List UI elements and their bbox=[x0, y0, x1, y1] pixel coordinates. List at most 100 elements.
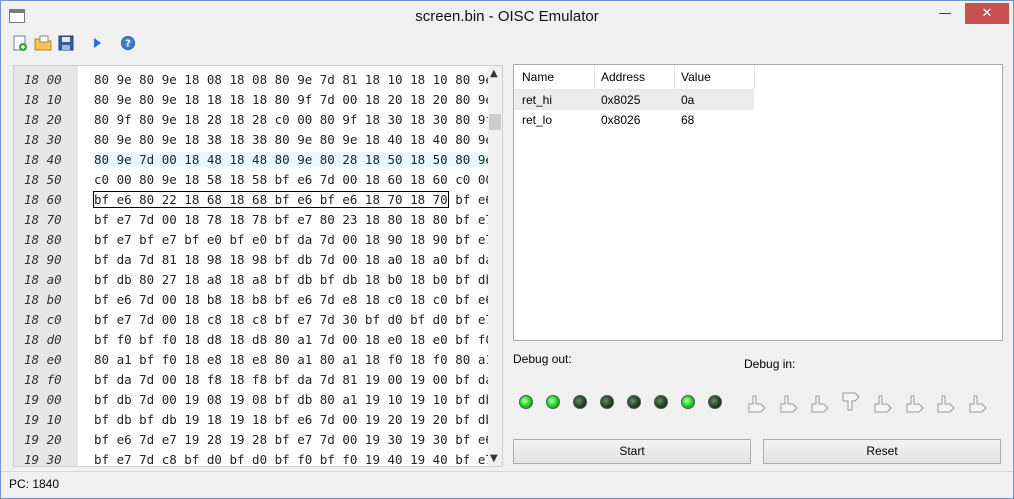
hex-scrollbar[interactable]: ▲ ▼ bbox=[488, 66, 502, 466]
hex-bytes[interactable]: 80 9e 80 9e 18 08 18 08 80 9e 7d 81 18 1… bbox=[94, 70, 502, 90]
hex-address: 18 20 bbox=[24, 112, 62, 127]
hex-byte[interactable]: bf da 7d 00 18 f8 18 f8 bf da 7d 81 19 0… bbox=[94, 372, 448, 387]
header-name[interactable]: Name bbox=[522, 65, 554, 89]
hex-bytes[interactable]: bf db bf db 19 18 19 18 bf e6 7d 00 19 2… bbox=[94, 410, 502, 430]
hex-bytes[interactable]: bf db 7d 00 19 08 19 08 bf db 80 a1 19 1… bbox=[94, 390, 502, 410]
header-address[interactable]: Address bbox=[601, 65, 645, 89]
hex-bytes[interactable]: bf e6 80 22 18 68 18 68 bf e6 bf e6 18 7… bbox=[93, 190, 502, 210]
variable-row[interactable]: ret_hi 0x8025 0a bbox=[514, 90, 754, 110]
hex-byte[interactable]: 80 a1 bf f0 18 e8 18 e8 80 a1 80 a1 18 f… bbox=[94, 352, 448, 367]
scroll-up-icon[interactable]: ▲ bbox=[490, 68, 498, 79]
hex-byte[interactable]: bf e6 80 22 18 68 18 68 bf e6 bf e6 18 7… bbox=[93, 191, 449, 208]
hex-bytes[interactable]: 80 9f 80 9e 18 28 18 28 c0 00 80 9f 18 3… bbox=[94, 110, 502, 130]
debug-in-switch[interactable] bbox=[840, 391, 862, 411]
hex-row[interactable]: 18 90 bf da 7d 81 18 98 18 98 bf db 7d 00… bbox=[14, 250, 502, 270]
hex-row[interactable]: 18 30 80 9e 80 9e 18 38 18 38 80 9e 80 9e… bbox=[14, 130, 502, 150]
hex-row[interactable]: 18 b0 bf e6 7d 00 18 b8 18 b8 bf e6 7d e8… bbox=[14, 290, 502, 310]
hex-row[interactable]: 18 40 80 9e 7d 00 18 48 18 48 80 9e 80 28… bbox=[14, 150, 502, 170]
hex-row[interactable]: 18 e0 80 a1 bf f0 18 e8 18 e8 80 a1 80 a1… bbox=[14, 350, 502, 370]
variable-row[interactable]: ret_lo 0x8026 68 bbox=[514, 110, 754, 130]
toolbar: ? bbox=[1, 31, 1013, 57]
hex-row[interactable]: 18 f0 bf da 7d 00 18 f8 18 f8 bf da 7d 81… bbox=[14, 370, 502, 390]
hex-bytes[interactable]: bf db 80 27 18 a8 18 a8 bf db bf db 18 b… bbox=[94, 270, 502, 290]
debug-in-label: Debug in: bbox=[744, 357, 796, 371]
hex-address: 18 10 bbox=[24, 92, 62, 107]
hex-bytes[interactable]: bf da 7d 81 18 98 18 98 bf db 7d 00 18 a… bbox=[94, 250, 502, 270]
debug-in-switch[interactable] bbox=[934, 395, 956, 415]
minimize-button[interactable]: — bbox=[935, 3, 955, 24]
hex-row[interactable]: 18 a0 bf db 80 27 18 a8 18 a8 bf db bf db… bbox=[14, 270, 502, 290]
debug-in-switch[interactable] bbox=[808, 395, 830, 415]
help-icon[interactable]: ? bbox=[119, 34, 137, 52]
reset-button[interactable]: Reset bbox=[763, 439, 1001, 464]
hex-bytes[interactable]: bf e6 7d 00 18 b8 18 b8 bf e6 7d e8 18 c… bbox=[94, 290, 502, 310]
hex-byte[interactable]: bf e7 7d c8 bf d0 bf d0 bf f0 bf f0 19 4… bbox=[94, 452, 448, 466]
hex-row[interactable]: 18 60 bf e6 80 22 18 68 18 68 bf e6 bf e6… bbox=[14, 190, 502, 210]
start-button[interactable]: Start bbox=[513, 439, 751, 464]
hex-address: 19 20 bbox=[24, 432, 62, 447]
new-icon[interactable] bbox=[11, 34, 29, 52]
hex-byte[interactable]: bf db 80 27 18 a8 18 a8 bf db bf db 18 b… bbox=[94, 272, 448, 287]
debug-in-switch[interactable] bbox=[777, 395, 799, 415]
hex-row[interactable]: 19 00 bf db 7d 00 19 08 19 08 bf db 80 a1… bbox=[14, 390, 502, 410]
hex-byte[interactable]: bf da 7d 81 18 98 18 98 bf db 7d 00 18 a… bbox=[94, 252, 448, 267]
hex-row[interactable]: 18 10 80 9e 80 9e 18 18 18 18 80 9f 7d 00… bbox=[14, 90, 502, 110]
hex-bytes[interactable]: bf e6 7d e7 19 28 19 28 bf e7 7d 00 19 3… bbox=[94, 430, 502, 450]
variable-value: 68 bbox=[681, 113, 695, 127]
hex-bytes[interactable]: bf e7 7d c8 bf d0 bf d0 bf f0 bf f0 19 4… bbox=[94, 450, 502, 466]
hex-byte[interactable]: 80 9e 7d 00 18 48 18 48 80 9e 80 28 18 5… bbox=[94, 152, 448, 167]
hex-row[interactable]: 19 10 bf db bf db 19 18 19 18 bf e6 7d 00… bbox=[14, 410, 502, 430]
scroll-down-icon[interactable]: ▼ bbox=[490, 453, 498, 464]
run-icon[interactable] bbox=[88, 34, 106, 52]
save-icon[interactable] bbox=[57, 34, 75, 52]
hex-byte[interactable]: bf f0 bf f0 18 d8 18 d8 80 a1 7d 00 18 e… bbox=[94, 332, 448, 347]
hex-viewer[interactable]: 18 00 80 9e 80 9e 18 08 18 08 80 9e 7d 81… bbox=[13, 65, 503, 467]
window-title: screen.bin - OISC Emulator bbox=[415, 8, 599, 25]
hex-bytes[interactable]: bf e7 7d 00 18 c8 18 c8 bf e7 7d 30 bf d… bbox=[94, 310, 502, 330]
hex-byte[interactable]: 80 9e 80 9e 18 38 18 38 80 9e 80 9e 18 4… bbox=[94, 132, 448, 147]
hex-bytes[interactable]: bf f0 bf f0 18 d8 18 d8 80 a1 7d 00 18 e… bbox=[94, 330, 502, 350]
hex-bytes[interactable]: c0 00 80 9e 18 58 18 58 bf e6 7d 00 18 6… bbox=[94, 170, 502, 190]
hex-bytes[interactable]: bf e7 7d 00 18 78 18 78 bf e7 80 23 18 8… bbox=[94, 210, 502, 230]
hex-bytes[interactable]: bf da 7d 00 18 f8 18 f8 bf da 7d 81 19 0… bbox=[94, 370, 502, 390]
hex-address: 18 d0 bbox=[24, 332, 62, 347]
hex-bytes[interactable]: 80 9e 7d 00 18 48 18 48 80 9e 80 28 18 5… bbox=[94, 150, 502, 170]
debug-out-led bbox=[654, 395, 668, 409]
header-value[interactable]: Value bbox=[681, 65, 711, 89]
debug-in-switch[interactable] bbox=[745, 395, 767, 415]
hex-byte[interactable]: bf e7 7d 00 18 c8 18 c8 bf e7 7d 30 bf d… bbox=[94, 312, 448, 327]
hex-row[interactable]: 18 20 80 9f 80 9e 18 28 18 28 c0 00 80 9f… bbox=[14, 110, 502, 130]
hex-byte[interactable]: bf e6 7d e7 19 28 19 28 bf e7 7d 00 19 3… bbox=[94, 432, 448, 447]
hex-row[interactable]: 18 d0 bf f0 bf f0 18 d8 18 d8 80 a1 7d 00… bbox=[14, 330, 502, 350]
hex-byte[interactable]: bf e7 7d 00 18 78 18 78 bf e7 80 23 18 8… bbox=[94, 212, 448, 227]
hex-row[interactable]: 19 20 bf e6 7d e7 19 28 19 28 bf e7 7d 00… bbox=[14, 430, 502, 450]
debug-in-switch[interactable] bbox=[903, 395, 925, 415]
hex-address: 18 60 bbox=[24, 192, 62, 207]
hex-byte[interactable]: bf e6 7d 00 18 b8 18 b8 bf e6 7d e8 18 c… bbox=[94, 292, 448, 307]
title-bar[interactable]: screen.bin - OISC Emulator — ✕ bbox=[1, 1, 1013, 31]
hex-row[interactable]: 18 c0 bf e7 7d 00 18 c8 18 c8 bf e7 7d 30… bbox=[14, 310, 502, 330]
scroll-thumb[interactable] bbox=[489, 114, 501, 130]
debug-in-switch[interactable] bbox=[966, 395, 988, 415]
hex-row[interactable]: 18 70 bf e7 7d 00 18 78 18 78 bf e7 80 23… bbox=[14, 210, 502, 230]
variables-table[interactable]: Name Address Value ret_hi 0x8025 0a ret_… bbox=[513, 64, 1003, 341]
close-button[interactable]: ✕ bbox=[965, 3, 1009, 24]
hex-bytes[interactable]: 80 9e 80 9e 18 38 18 38 80 9e 80 9e 18 4… bbox=[94, 130, 502, 150]
hex-row[interactable]: 18 50 c0 00 80 9e 18 58 18 58 bf e6 7d 00… bbox=[14, 170, 502, 190]
hex-bytes[interactable]: bf e7 bf e7 bf e0 bf e0 bf da 7d 00 18 9… bbox=[94, 230, 502, 250]
hex-address: 19 10 bbox=[24, 412, 62, 427]
hex-byte[interactable]: 80 9e 80 9e 18 08 18 08 80 9e 7d 81 18 1… bbox=[94, 72, 448, 87]
debug-in-switch[interactable] bbox=[871, 395, 893, 415]
hex-byte[interactable]: bf db 7d 00 19 08 19 08 bf db 80 a1 19 1… bbox=[94, 392, 448, 407]
hex-byte[interactable]: c0 00 80 9e 18 58 18 58 bf e6 7d 00 18 6… bbox=[94, 172, 448, 187]
hex-byte[interactable]: 80 9f 80 9e 18 28 18 28 c0 00 80 9f 18 3… bbox=[94, 112, 448, 127]
hex-row[interactable]: 19 30 bf e7 7d c8 bf d0 bf d0 bf f0 bf f0… bbox=[14, 450, 502, 466]
hex-byte[interactable]: bf e7 bf e7 bf e0 bf e0 bf da 7d 00 18 9… bbox=[94, 232, 448, 247]
hex-row[interactable]: 18 80 bf e7 bf e7 bf e0 bf e0 bf da 7d 00… bbox=[14, 230, 502, 250]
open-icon[interactable] bbox=[34, 34, 52, 52]
hex-byte[interactable]: bf db bf db 19 18 19 18 bf e6 7d 00 19 2… bbox=[94, 412, 448, 427]
hex-row[interactable]: 18 00 80 9e 80 9e 18 08 18 08 80 9e 7d 81… bbox=[14, 70, 502, 90]
hex-bytes[interactable]: 80 9e 80 9e 18 18 18 18 80 9f 7d 00 18 2… bbox=[94, 90, 502, 110]
hex-bytes[interactable]: 80 a1 bf f0 18 e8 18 e8 80 a1 80 a1 18 f… bbox=[94, 350, 502, 370]
hex-byte[interactable]: 80 9e 80 9e 18 18 18 18 80 9f 7d 00 18 2… bbox=[94, 92, 448, 107]
